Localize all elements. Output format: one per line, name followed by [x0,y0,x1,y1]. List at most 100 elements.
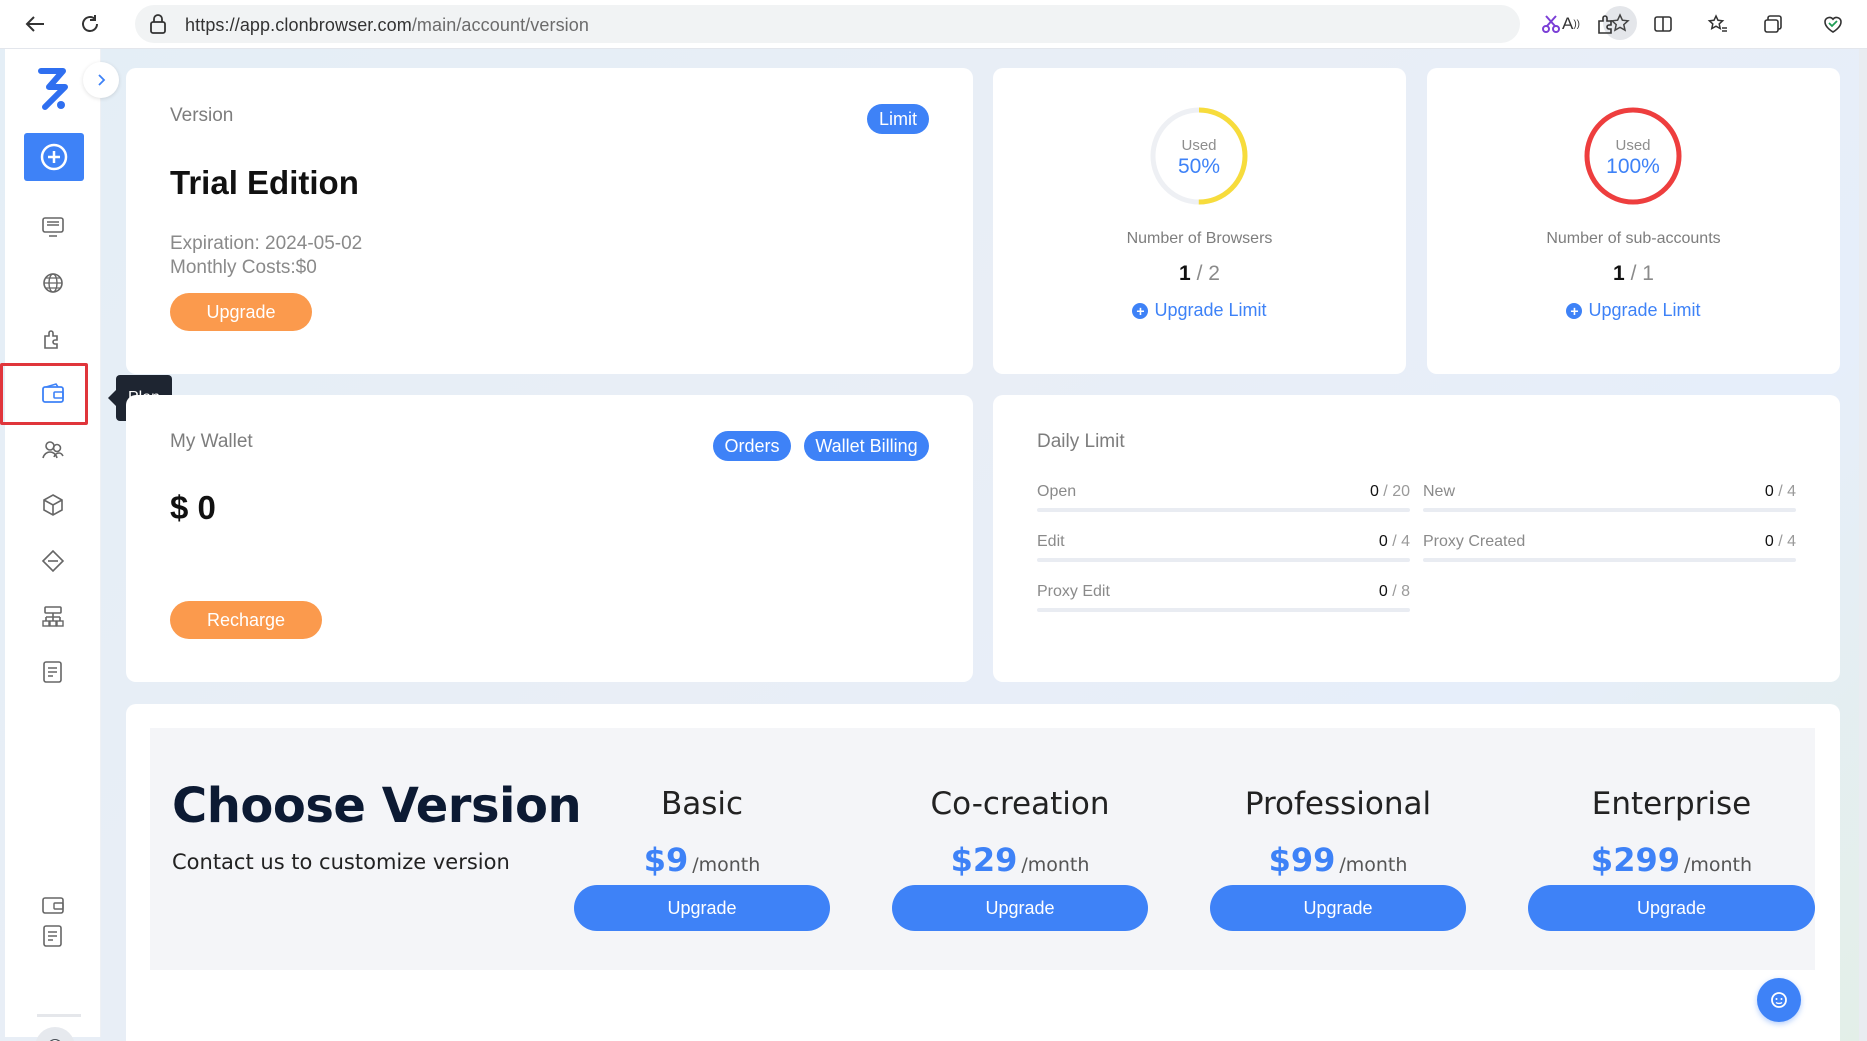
limit-total: 4 [1401,533,1410,550]
limit-value: 0 / 4 [1764,533,1796,550]
favorites-list-icon[interactable] [1700,6,1736,42]
plan-name: Co-creation [930,786,1110,822]
sidebar-item-logs[interactable] [35,654,71,690]
limit-row-edit: Edit 0 / 4 [1037,533,1410,575]
limit-used: 0 [1764,483,1774,500]
monitor-icon [42,217,64,237]
cube-icon [43,494,63,516]
subaccounts-used: 1 [1613,262,1625,285]
subaccounts-usage-card: Used 100% Number of sub-accounts 1 / 1 +… [1427,68,1840,374]
address-bar[interactable]: https://app.clonbrowser.com/main/account… [135,5,1637,43]
browsers-used-percent: 50% [1177,155,1221,178]
subaccounts-used-percent: 100% [1606,155,1660,178]
upgrade-button[interactable]: Upgrade [170,293,312,331]
browsers-count: 1 / 2 [1179,262,1220,285]
support-chat-button[interactable] [1757,978,1801,1022]
limit-total: 8 [1401,583,1410,600]
limit-row-proxy-created: Proxy Created 0 / 4 [1423,533,1796,575]
scissors-extension-icon[interactable] [1533,6,1569,42]
limit-row-open: Open 0 / 20 [1037,483,1410,525]
sidebar-item-team[interactable] [35,432,71,468]
wallet-small-icon [42,897,64,914]
plan-price: $299/month [1528,841,1815,879]
choose-version-panel: Choose Version Contact us to customize v… [150,728,1815,970]
puzzle-icon [44,330,58,349]
sidebar-item-tags[interactable] [35,543,71,579]
collections-icon[interactable] [1755,6,1791,42]
plan-price-amount: $9 [643,841,689,879]
back-arrow-icon[interactable] [15,4,55,44]
plus-circle-icon: + [1566,302,1583,319]
sidebar-item-notes-bottom[interactable] [35,921,71,951]
browsers-upgrade-limit-label: Upgrade Limit [1154,300,1267,320]
browsers-usage-card: Used 50% Number of Browsers 1 / 2 + Upgra… [993,68,1406,374]
app-background: Plan Version Limit Trial Edition Expirat… [0,49,1867,1041]
limit-name: Proxy Created [1423,533,1526,550]
limit-total: 20 [1392,483,1410,500]
limit-progress-bar [1037,508,1410,512]
subaccounts-count: 1 / 1 [1613,262,1654,285]
sitemap-icon [42,606,64,627]
plan-upgrade-button[interactable]: Upgrade [574,885,830,931]
browsers-label: Number of Browsers [1126,230,1273,247]
support-headset-icon [1771,992,1787,1008]
sidebar-item-browsers[interactable] [35,209,71,245]
chevron-right-icon [98,74,106,86]
subaccounts-total: 1 [1642,262,1654,285]
sidebar-item-wallet-bottom[interactable] [35,890,71,920]
expiration-date: Expiration: 2024-05-02 [170,233,363,254]
sidebar-item-packages[interactable] [35,487,71,523]
plan-price: $9/month [574,841,830,879]
lock-icon[interactable] [149,14,167,34]
limit-value: 0 / 4 [1378,533,1410,550]
monthly-costs: Monthly Costs:$0 [170,257,317,278]
clonbrowser-logo[interactable] [35,67,73,111]
orders-button[interactable]: Orders [713,431,791,461]
subaccounts-upgrade-limit-link[interactable]: + Upgrade Limit [1427,300,1840,321]
browser-toolbar: https://app.clonbrowser.com/main/account… [0,0,1867,49]
limit-row-new: New 0 / 4 [1423,483,1796,525]
plan-upgrade-button[interactable]: Upgrade [1528,885,1815,931]
url-path: /main/account/version [411,15,589,35]
plus-circle-icon [40,143,68,171]
limit-used: 0 [1369,483,1379,500]
subaccounts-used-label: Used [1615,137,1651,154]
plus-circle-icon: + [1132,302,1149,319]
plan-price-period: /month [1021,854,1090,876]
sidebar-item-extensions[interactable] [35,321,71,357]
limit-total: 4 [1787,483,1796,500]
page-scrollbar[interactable] [1859,49,1867,1041]
edition-name: Trial Edition [170,164,359,201]
sidebar-item-groups[interactable] [35,599,71,635]
plan-name: Professional [1244,786,1432,822]
wallet-title: My Wallet [170,431,253,452]
plan-upgrade-button[interactable]: Upgrade [892,885,1148,931]
limit-row-proxy-edit: Proxy Edit 0 / 8 [1037,583,1410,625]
collapse-sidebar-button[interactable] [83,62,119,98]
plan-enterprise: Enterprise $299/month Upgrade [1528,728,1815,970]
recharge-button[interactable]: Recharge [170,601,322,639]
plan-basic: Basic $9/month Upgrade [574,728,830,970]
avatar[interactable] [35,1027,75,1041]
wallet-card: My Wallet Orders Wallet Billing $ 0 Rech… [126,395,973,682]
sidebar-item-proxy[interactable] [35,265,71,301]
plan-name: Basic [660,786,744,822]
wallet-billing-button[interactable]: Wallet Billing [804,431,929,461]
extensions-puzzle-icon[interactable] [1588,6,1624,42]
plan-upgrade-button[interactable]: Upgrade [1210,885,1466,931]
split-screen-icon[interactable] [1645,6,1681,42]
plan-price-period: /month [1339,854,1408,876]
browser-essentials-icon[interactable] [1815,6,1851,42]
url-text[interactable]: https://app.clonbrowser.com/main/account… [185,15,589,36]
new-profile-button[interactable] [24,133,84,181]
limit-progress-bar [1423,558,1796,562]
tag-icon [41,549,65,573]
subaccounts-upgrade-limit-label: Upgrade Limit [1588,300,1701,320]
limit-progress-bar [1037,608,1410,612]
limit-button[interactable]: Limit [867,104,929,134]
plan-price: $29/month [892,841,1148,879]
version-card: Version Limit Trial Edition Expiration: … [126,68,973,374]
sidebar-divider [37,1014,81,1017]
reload-icon[interactable] [70,4,110,44]
browsers-upgrade-limit-link[interactable]: + Upgrade Limit [993,300,1406,321]
